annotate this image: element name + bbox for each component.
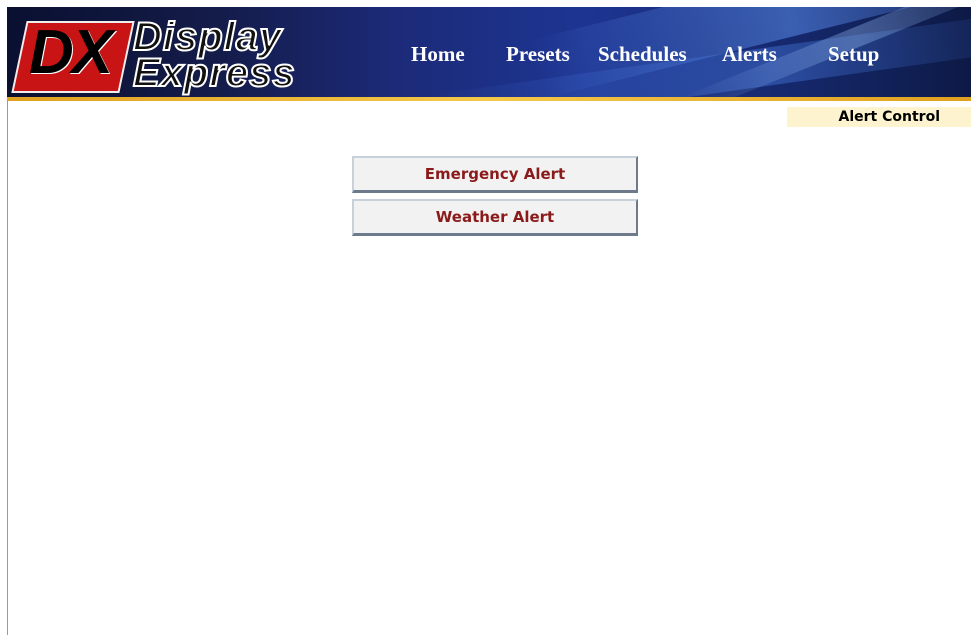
emergency-alert-button[interactable]: Emergency Alert <box>352 156 638 193</box>
header-accent-line <box>7 97 971 101</box>
nav-presets[interactable]: Presets <box>506 42 570 67</box>
header-banner: DX Display Express Home Presets Schedule… <box>7 7 971 101</box>
nav-schedules[interactable]: Schedules <box>598 42 687 67</box>
nav-setup[interactable]: Setup <box>828 42 879 67</box>
section-label: Alert Control <box>787 107 971 127</box>
nav-home[interactable]: Home <box>411 42 465 67</box>
main-nav: Home Presets Schedules Alerts Setup <box>7 7 971 101</box>
page: DX Display Express Home Presets Schedule… <box>0 0 971 635</box>
content-left-border <box>7 100 8 635</box>
nav-alerts[interactable]: Alerts <box>722 42 777 67</box>
weather-alert-button[interactable]: Weather Alert <box>352 199 638 236</box>
